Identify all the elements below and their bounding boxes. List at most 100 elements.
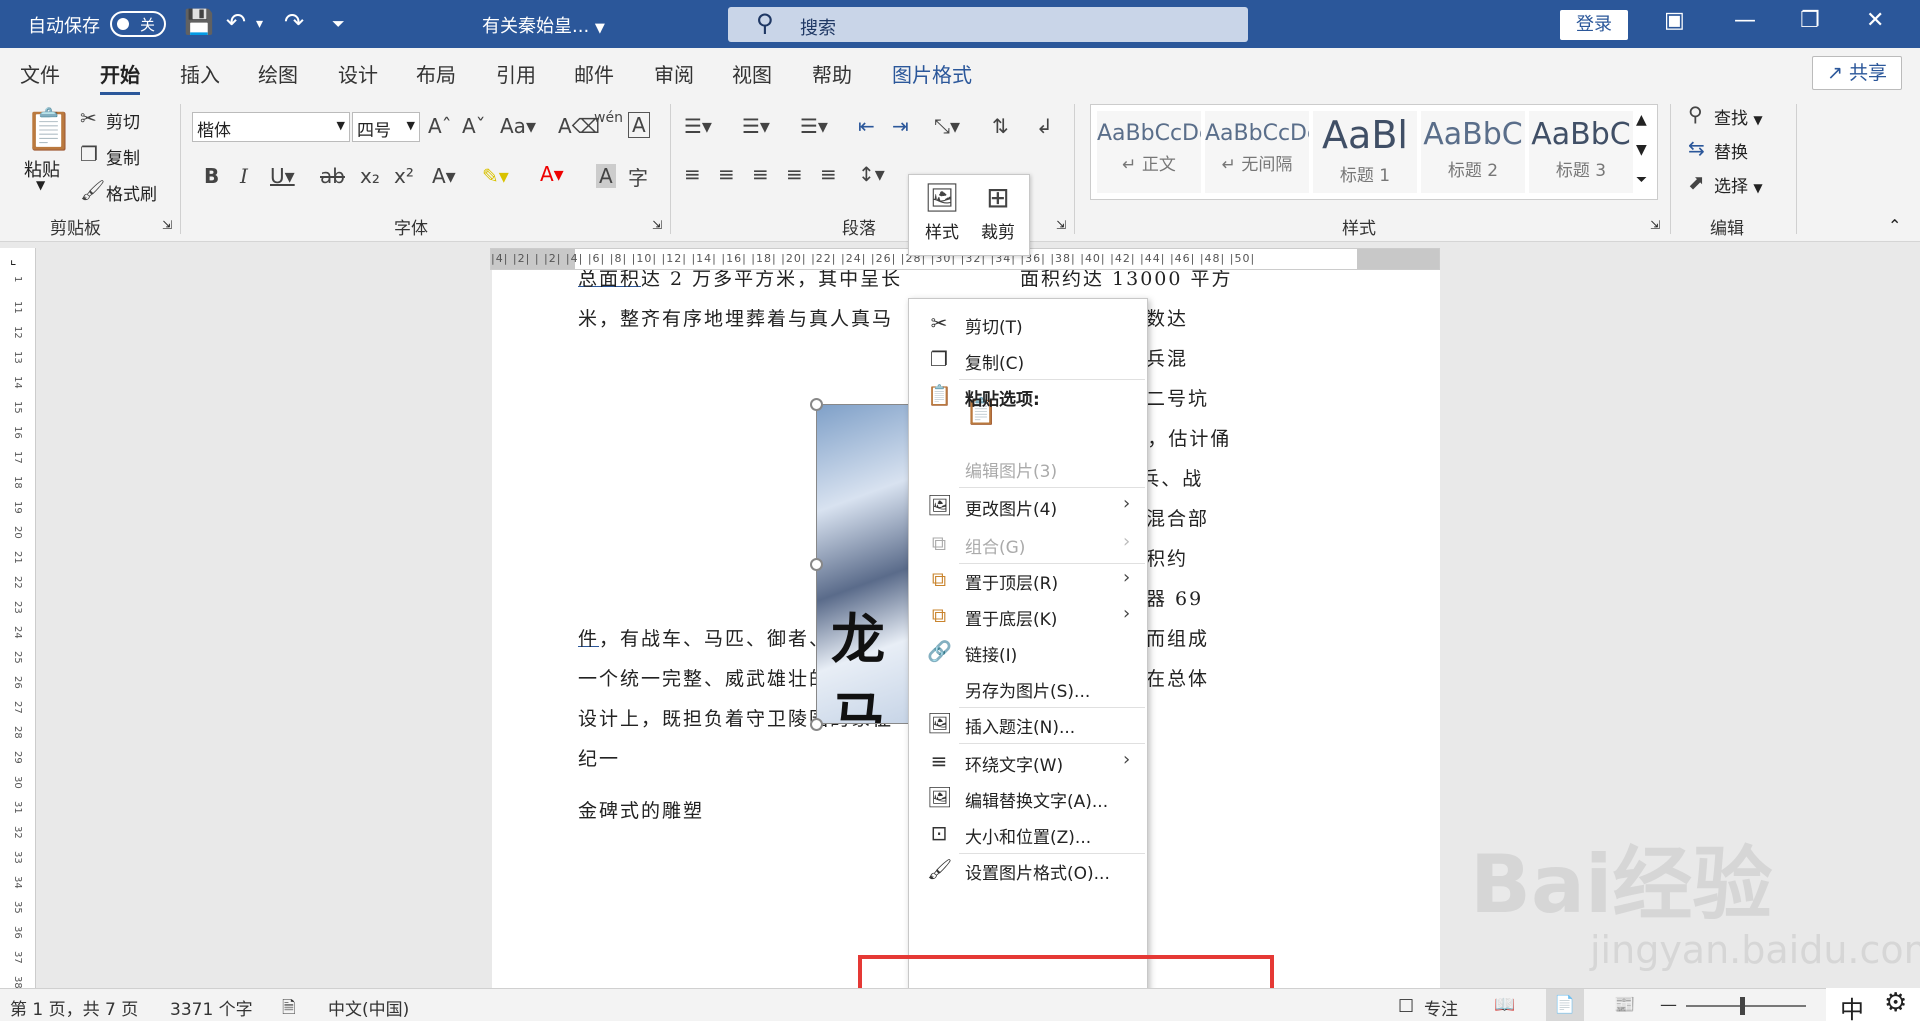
focus-button[interactable]: 专注 <box>1424 995 1458 1020</box>
change-case-icon[interactable]: Aa▾ <box>500 114 536 138</box>
align-center-icon[interactable]: ≡ <box>718 162 735 186</box>
font-color-icon[interactable]: A▾ <box>540 162 564 186</box>
menu-item-wrap-text[interactable]: ≡ 环绕文字(W) › <box>909 743 1147 781</box>
login-button[interactable]: 登录 <box>1560 10 1628 40</box>
paste-icon[interactable]: 📋 <box>24 106 74 153</box>
text-effects-icon[interactable]: A▾ <box>432 164 456 188</box>
search-box[interactable]: ⚲ 搜索 <box>728 7 1248 42</box>
numbering-icon[interactable]: ☰▾ <box>742 114 770 138</box>
format-painter-button[interactable]: 格式刷 <box>106 180 157 205</box>
clipboard-launcher-icon[interactable]: ⇲ <box>162 218 172 232</box>
resize-handle[interactable] <box>810 718 823 731</box>
menu-item-format-picture[interactable]: 🖌 设置图片格式(O)... <box>909 851 1147 889</box>
bullets-icon[interactable]: ☰▾ <box>684 114 712 138</box>
distributed-icon[interactable]: ≡ <box>820 162 837 186</box>
menu-item-link[interactable]: 🔗 链接(I) <box>909 633 1147 671</box>
menu-item-bring-front[interactable]: ⧉ 置于顶层(R) › <box>909 561 1147 599</box>
increase-indent-icon[interactable]: ⇥ <box>892 114 909 138</box>
zoom-slider[interactable] <box>1686 1005 1806 1007</box>
paste-dropdown-icon[interactable]: ▼ <box>36 178 45 192</box>
tab-references[interactable]: 引用 <box>496 59 536 88</box>
font-size-select[interactable]: 四号 ▼ <box>352 112 420 142</box>
tab-help[interactable]: 帮助 <box>812 59 852 88</box>
subscript-icon[interactable]: x₂ <box>360 164 380 188</box>
read-mode-icon[interactable]: 📖 <box>1494 995 1515 1015</box>
tab-review[interactable]: 审阅 <box>654 59 694 88</box>
cut-button[interactable]: 剪切 <box>106 108 140 133</box>
find-button[interactable]: 查找 ▼ <box>1714 104 1763 129</box>
styles-more-icon[interactable]: ⏷ <box>1636 172 1647 188</box>
menu-item-paste[interactable]: 📋 粘贴选项: <box>909 377 1147 415</box>
menu-item-send-back[interactable]: ⧉ 置于底层(K) › <box>909 597 1147 635</box>
share-button[interactable]: ↗ 共享 <box>1812 56 1902 90</box>
resize-handle[interactable] <box>810 398 823 411</box>
styles-scroll-up-icon[interactable]: ▲ <box>1636 112 1647 128</box>
underline-icon[interactable]: U▾ <box>270 164 295 188</box>
font-launcher-icon[interactable]: ⇲ <box>652 218 662 232</box>
redo-icon[interactable]: ↷ <box>284 8 304 36</box>
asian-layout-icon[interactable]: ⤡▾ <box>934 114 960 138</box>
font-name-select[interactable]: 楷体 ▼ <box>192 112 350 142</box>
menu-item-item-9[interactable]: 另存为图片(S)... <box>909 669 1147 707</box>
style-heading-1[interactable]: AaBl 标题 1 <box>1313 111 1417 193</box>
multilevel-list-icon[interactable]: ☰▾ <box>800 114 828 138</box>
resize-handle[interactable] <box>810 558 823 571</box>
replace-button[interactable]: 替换 <box>1714 138 1748 163</box>
character-border-icon[interactable]: A <box>628 112 650 138</box>
proofing-icon[interactable]: 🗎 <box>282 995 296 1021</box>
tab-layout[interactable]: 布局 <box>416 59 456 88</box>
menu-item-change-picture[interactable]: 🖼 更改图片(4) › <box>909 487 1147 525</box>
select-button[interactable]: 选择 ▼ <box>1714 172 1763 197</box>
customize-toolbar-icon[interactable]: ⏷ <box>332 14 345 34</box>
menu-item-size-position[interactable]: ⊡ 大小和位置(Z)... <box>909 815 1147 853</box>
crop-button[interactable]: ⊞ 裁剪 <box>973 181 1023 243</box>
ime-mode[interactable]: 中 <box>1840 990 1864 1021</box>
styles-launcher-icon[interactable]: ⇲ <box>1650 218 1660 232</box>
web-layout-icon[interactable]: 📰 <box>1614 995 1635 1015</box>
page-count[interactable]: 第 1 页，共 7 页 <box>10 995 138 1020</box>
highlight-icon[interactable]: ✎▾ <box>482 164 509 188</box>
align-left-icon[interactable]: ≡ <box>684 162 701 186</box>
phonetic-guide-icon[interactable]: wén <box>594 110 623 126</box>
close-icon[interactable]: ✕ <box>1866 8 1884 33</box>
shrink-font-icon[interactable]: Aˇ <box>462 114 486 138</box>
ribbon-display-icon[interactable]: ▣ <box>1664 8 1685 33</box>
tab-selector-icon[interactable]: ⌞ <box>10 252 17 268</box>
align-right-icon[interactable]: ≡ <box>752 162 769 186</box>
line-spacing-icon[interactable]: ↕▾ <box>858 162 885 186</box>
grow-font-icon[interactable]: Aˆ <box>428 114 452 138</box>
tab-view[interactable]: 视图 <box>732 59 772 88</box>
zoom-slider-thumb[interactable] <box>1740 997 1745 1015</box>
style-heading-2[interactable]: AaBbC 标题 2 <box>1421 111 1525 193</box>
menu-item-caption[interactable]: 🖼 插入题注(N)... <box>909 705 1147 743</box>
tab-picture-format[interactable]: 图片格式 <box>892 59 972 88</box>
style-no-spacing[interactable]: AaBbCcDc ↵ 无间隔 <box>1205 111 1309 193</box>
paragraph-launcher-icon[interactable]: ⇲ <box>1056 218 1066 232</box>
decrease-indent-icon[interactable]: ⇤ <box>858 114 875 138</box>
tab-draw[interactable]: 绘图 <box>258 59 298 88</box>
style-normal[interactable]: AaBbCcDc ↵ 正文 <box>1097 111 1201 193</box>
language-indicator[interactable]: 中文(中国) <box>328 995 409 1020</box>
show-marks-icon[interactable]: ↲ <box>1036 114 1053 138</box>
tab-mailings[interactable]: 邮件 <box>574 59 614 88</box>
strikethrough-icon[interactable]: ab <box>320 164 345 188</box>
bold-icon[interactable]: B <box>204 164 219 188</box>
tab-design[interactable]: 设计 <box>338 59 378 88</box>
undo-dropdown-icon[interactable]: ▾ <box>256 16 263 32</box>
italic-icon[interactable]: I <box>240 164 248 188</box>
styles-scroll-down-icon[interactable]: ▼ <box>1636 142 1647 158</box>
print-layout-icon[interactable]: 📄 <box>1546 989 1584 1021</box>
restore-icon[interactable]: ❐ <box>1800 8 1820 33</box>
copy-button[interactable]: 复制 <box>106 144 140 169</box>
word-count[interactable]: 3371 个字 <box>170 995 253 1020</box>
sort-icon[interactable]: ⇅ <box>992 114 1009 138</box>
save-icon[interactable]: 💾 <box>184 8 214 36</box>
tab-home[interactable]: 开始 <box>100 59 140 95</box>
menu-item-alt-text[interactable]: 🖼 编辑替换文字(A)... <box>909 779 1147 817</box>
zoom-out-icon[interactable]: — <box>1660 995 1677 1015</box>
style-heading-3[interactable]: AaBbC 标题 3 <box>1529 111 1633 193</box>
autosave-toggle[interactable]: 关 <box>110 11 166 37</box>
style-button[interactable]: 🖼 样式 <box>917 181 967 243</box>
enclose-character-icon[interactable]: 字 <box>628 162 648 191</box>
character-shading-icon[interactable]: A <box>596 164 616 188</box>
